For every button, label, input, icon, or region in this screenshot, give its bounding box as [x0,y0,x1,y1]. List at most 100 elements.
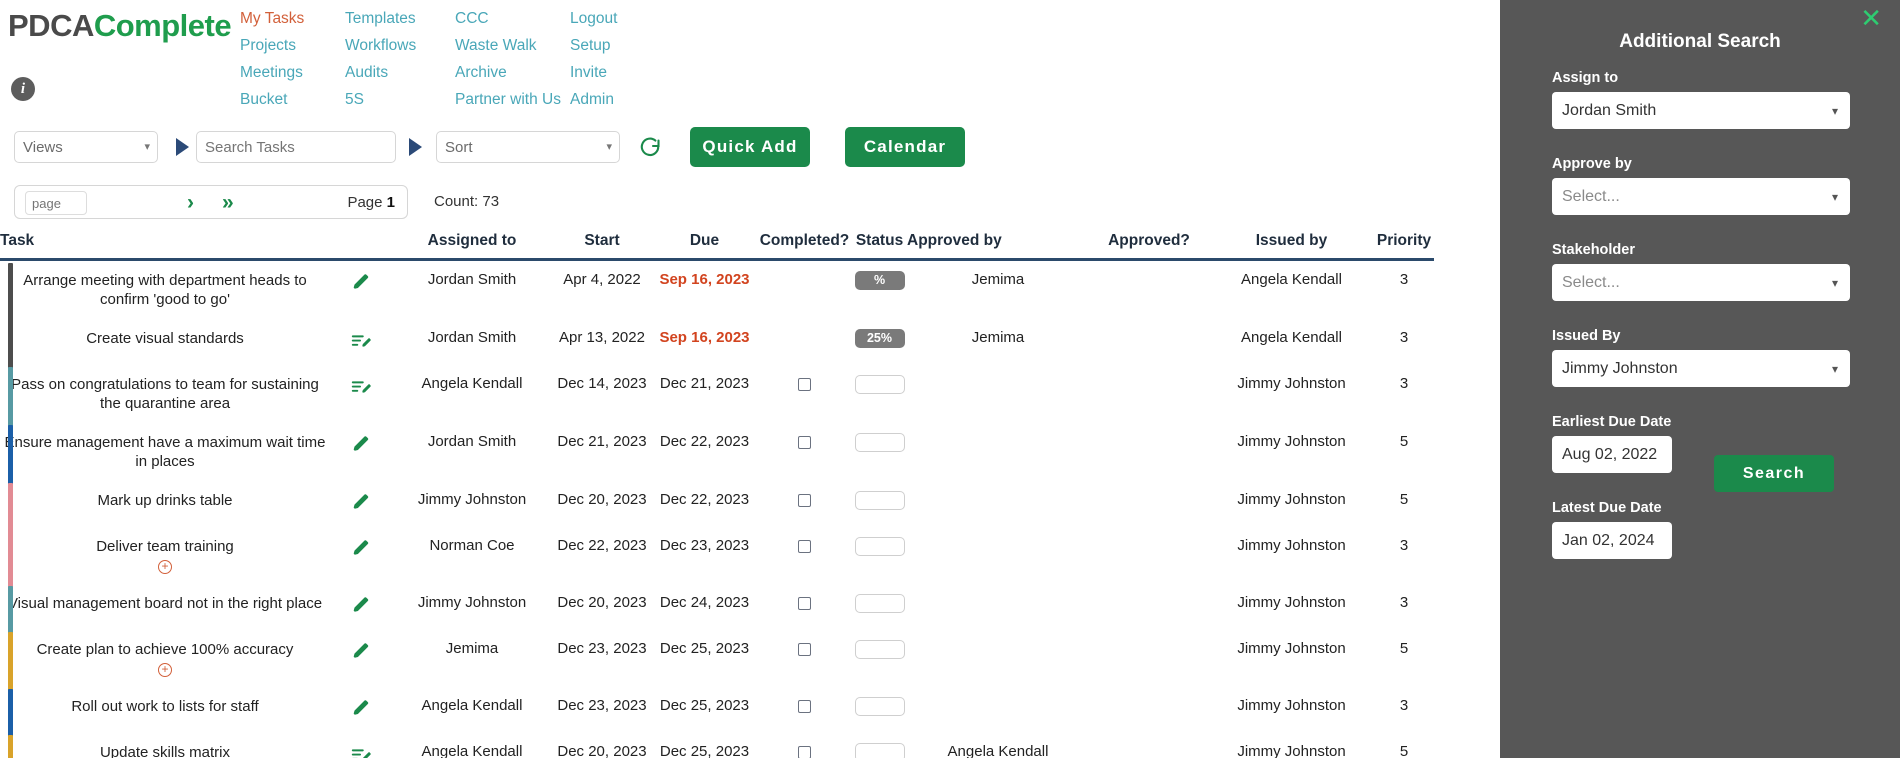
task-cell[interactable]: Update skills matrix [0,733,330,758]
status-input[interactable] [854,537,905,556]
table-row[interactable]: Mark up drinks table Jimmy Johnston Dec 20… [0,481,1434,533]
col-header-approved[interactable]: Approved? [1089,232,1209,260]
col-header-due[interactable]: Due [652,232,757,260]
completed-checkbox[interactable] [798,745,811,758]
close-icon[interactable]: ✕ [1860,6,1882,32]
pencil-icon[interactable] [350,700,372,723]
task-cell[interactable]: Pass on congratulations to team for sust… [0,365,330,429]
nav-item-meetings[interactable]: Meetings [240,59,345,86]
status-input[interactable] [854,743,905,758]
pencil-icon[interactable] [350,436,372,459]
nav-item-audits[interactable]: Audits [345,59,455,86]
notes-edit-icon[interactable] [350,381,372,401]
nav-item-ccc[interactable]: CCC [455,5,570,32]
refresh-icon[interactable] [638,135,662,164]
edit-cell[interactable] [330,527,392,584]
table-row[interactable]: Create visual standards Jordan Smith Apr 1… [0,319,1434,371]
pencil-icon[interactable] [350,274,372,297]
status-cell[interactable] [852,481,907,527]
add-subtask-icon[interactable]: + [158,560,172,574]
nav-item-workflows[interactable]: Workflows [345,32,455,59]
nav-item-setup[interactable]: Setup [570,32,650,59]
edit-cell[interactable] [330,319,392,365]
add-subtask-icon[interactable]: + [158,663,172,677]
status-cell[interactable] [852,584,907,630]
search-button[interactable]: Search [1714,455,1834,492]
edit-cell[interactable] [330,260,392,320]
completed-checkbox[interactable] [798,435,811,449]
stakeholder-select[interactable]: Select... [1552,264,1850,301]
edit-cell[interactable] [330,365,392,423]
task-cell[interactable]: Roll out work to lists for staff [0,687,330,739]
status-cell[interactable] [852,687,907,733]
nav-item-bucket[interactable]: Bucket [240,86,345,113]
table-row[interactable]: Roll out work to lists for staff Angela K… [0,687,1434,739]
completed-cell[interactable] [757,733,852,758]
col-header-priority[interactable]: Priority [1374,232,1434,260]
notes-edit-icon[interactable] [350,335,372,355]
pencil-icon[interactable] [350,643,372,666]
earliest-due-date-input[interactable] [1552,436,1672,473]
status-input[interactable] [854,594,905,613]
task-cell[interactable]: Ensure management have a maximum wait ti… [0,423,330,487]
completed-cell[interactable] [757,423,852,481]
chevron-double-right-icon[interactable]: » [222,190,234,216]
pencil-icon[interactable] [350,494,372,517]
status-cell[interactable] [852,365,907,423]
issued-by-select[interactable]: Jimmy Johnston [1552,350,1850,387]
col-header-task[interactable]: Task [0,232,330,260]
table-row[interactable]: Pass on congratulations to team for sust… [0,365,1434,429]
views-select[interactable]: Views [14,131,158,163]
task-cell[interactable]: Visual management board not in the right… [0,584,330,636]
nav-item-my-tasks[interactable]: My Tasks [240,5,345,32]
nav-item-partner-with-us[interactable]: Partner with Us [455,86,570,113]
edit-cell[interactable] [330,423,392,481]
col-header-status[interactable]: Status [852,232,907,260]
completed-cell[interactable] [757,481,852,527]
completed-cell[interactable] [757,527,852,584]
status-input[interactable] [854,640,905,659]
col-header-start[interactable]: Start [552,232,652,260]
sort-select[interactable]: Sort [436,131,620,163]
info-icon[interactable]: i [11,77,35,101]
nav-item-projects[interactable]: Projects [240,32,345,59]
nav-item-logout[interactable]: Logout [570,5,650,32]
completed-checkbox[interactable] [798,699,811,713]
nav-item-templates[interactable]: Templates [345,5,455,32]
status-input[interactable] [854,491,905,510]
col-header-approved-by[interactable]: Approved by [907,232,1089,260]
table-row[interactable]: Create plan to achieve 100% accuracy + Jem… [0,630,1434,693]
pencil-icon[interactable] [350,540,372,563]
edit-cell[interactable] [330,630,392,687]
play-triangle-icon-1[interactable] [176,138,189,156]
completed-cell[interactable] [757,584,852,630]
approve-by-select[interactable]: Select... [1552,178,1850,215]
completed-cell[interactable] [757,687,852,733]
task-cell[interactable]: Create visual standards [0,319,330,371]
nav-item-waste-walk[interactable]: Waste Walk [455,32,570,59]
completed-checkbox[interactable] [798,596,811,610]
col-header-completed[interactable]: Completed? [757,232,852,260]
task-cell[interactable]: Arrange meeting with department heads to… [0,260,330,325]
task-cell[interactable]: Mark up drinks table [0,481,330,533]
nav-item-archive[interactable]: Archive [455,59,570,86]
completed-checkbox[interactable] [798,539,811,553]
play-triangle-icon-2[interactable] [409,138,422,156]
quick-add-button[interactable]: Quick Add [690,127,810,167]
edit-cell[interactable] [330,481,392,527]
status-cell[interactable] [852,630,907,687]
table-row[interactable]: Visual management board not in the right… [0,584,1434,636]
edit-cell[interactable] [330,584,392,630]
col-header-issued-by[interactable]: Issued by [1209,232,1374,260]
nav-item-admin[interactable]: Admin [570,86,650,113]
status-input[interactable] [854,697,905,716]
table-row[interactable]: Ensure management have a maximum wait ti… [0,423,1434,487]
status-badge[interactable]: 25% [854,329,905,348]
completed-cell[interactable] [757,260,852,320]
completed-cell[interactable] [757,365,852,423]
assign-to-select[interactable]: Jordan Smith [1552,92,1850,129]
status-input[interactable] [854,375,905,394]
status-cell[interactable] [852,423,907,481]
search-input[interactable] [196,131,396,163]
completed-checkbox[interactable] [798,642,811,656]
